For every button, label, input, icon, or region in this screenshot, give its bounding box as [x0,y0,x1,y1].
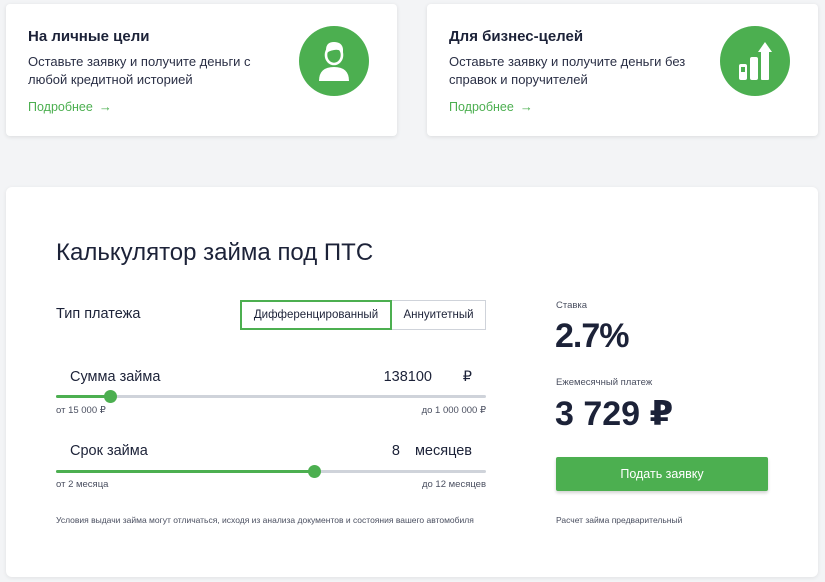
loan-term-slider-thumb[interactable] [308,465,321,478]
arrow-right-icon: → [98,99,112,114]
rate-value: 2.7% [555,317,629,355]
conditions-disclaimer: Условия выдачи займа могут отличаться, и… [56,515,474,525]
loan-amount-unit: ₽ [462,369,472,385]
loan-amount-label: Сумма займа [70,369,161,385]
calculator-title: Калькулятор займа под ПТС [56,239,374,266]
personal-more-link-label: Подробнее [28,99,93,114]
loan-term-unit: месяцев [414,443,472,459]
loan-amount-slider[interactable] [56,390,486,403]
loan-term-min: от 2 месяца [56,479,109,490]
business-purpose-card: Для бизнес-целей Оставьте заявку и получ… [427,4,818,136]
loan-amount-min: от 15 000 ₽ [56,405,106,416]
differentiated-option[interactable]: Дифференцированный [240,300,392,330]
loan-calculator: Калькулятор займа под ПТС Тип платежа Ди… [6,187,818,577]
loan-amount-slider-thumb[interactable] [103,390,117,403]
business-more-link-label: Подробнее [449,99,514,114]
payment-type-label: Тип платежа [56,306,141,322]
arrow-right-icon: → [519,99,533,114]
loan-term-value[interactable]: 8 [392,443,400,459]
business-more-link[interactable]: Подробнее → [449,99,533,114]
rate-label: Ставка [556,300,588,311]
personal-card-title: На личные цели [28,28,150,45]
loan-amount-value[interactable]: 138100 [384,369,432,385]
monthly-payment-value: 3 729 ₽ [555,395,674,433]
loan-term-slider-fill [56,470,314,473]
payment-type-toggle: Дифференцированный Аннуитетный [240,300,486,330]
monthly-payment-label: Ежемесячный платеж [556,377,653,388]
loan-term-slider[interactable] [56,465,486,478]
business-card-title: Для бизнес-целей [449,28,584,45]
personal-more-link[interactable]: Подробнее → [28,99,112,114]
person-icon [299,26,369,96]
personal-purpose-card: На личные цели Оставьте заявку и получит… [6,4,397,136]
submit-application-button[interactable]: Подать заявку [556,457,768,491]
loan-amount-max: до 1 000 000 ₽ [421,405,486,416]
loan-term-label: Срок займа [70,443,148,459]
growth-chart-icon [720,26,790,96]
loan-term-max: до 12 месяцев [421,479,486,490]
business-card-description: Оставьте заявку и получите деньги без сп… [449,54,686,87]
personal-card-description: Оставьте заявку и получите деньги с любо… [28,54,251,87]
annuity-option[interactable]: Аннуитетный [392,300,486,330]
preliminary-note: Расчет займа предварительный [556,515,683,525]
loan-amount-slider-fill [56,395,110,398]
